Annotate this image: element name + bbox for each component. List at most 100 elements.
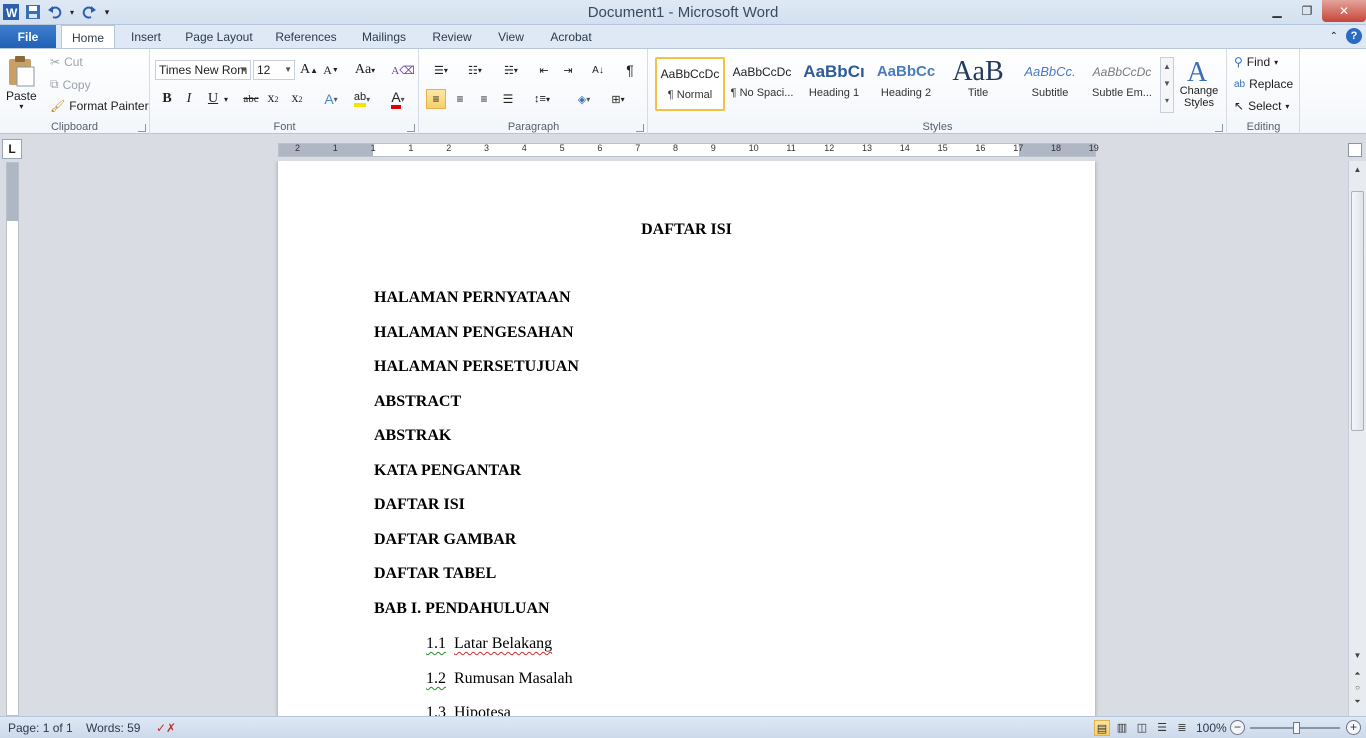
style-name: Heading 2 (880, 87, 932, 99)
tab-file[interactable]: File (0, 25, 56, 49)
select-button[interactable]: ↖ Select ▾ (1234, 99, 1289, 113)
styles-gallery-scroll[interactable]: ▲ ▼ ▾ (1160, 57, 1174, 113)
zoom-slider-knob[interactable] (1293, 722, 1300, 734)
zoom-level[interactable]: 100% (1196, 721, 1227, 735)
tab-references[interactable]: References (270, 25, 342, 49)
zoom-out-icon[interactable]: − (1230, 720, 1245, 735)
text-highlight-icon[interactable]: ab ▾ (347, 89, 377, 109)
page-count[interactable]: Page: 1 of 1 (8, 721, 73, 735)
font-family-dropdown[interactable]: Times New Rom ▼ (155, 60, 251, 80)
strikethrough-icon[interactable]: abc (239, 89, 263, 109)
scroll-up-icon[interactable]: ▲ (1349, 165, 1366, 174)
style-name: Subtle Em... (1092, 87, 1152, 99)
find-button[interactable]: ⚲ Find ▾ (1234, 55, 1278, 69)
italic-icon[interactable]: I (179, 89, 199, 109)
paragraph-group: ☰ ▾ ☷ ▾ ☵ ▾ ⇤ ⇥ A↓ ¶ ≡ ≡ ≡ ☰ ↕≡ ▾ ◈ ▾ ⊞ ▾ Para… (420, 49, 648, 135)
subentry-text: Rumusan Masalah (454, 670, 573, 687)
clipboard-launcher-icon[interactable] (138, 124, 146, 132)
text-effects-icon[interactable]: A ▾ (317, 89, 345, 109)
proofing-error-icon[interactable]: ✓✗ (156, 721, 176, 735)
style-no-spacing[interactable]: AaBbCcDc ¶ No Spaci... (727, 57, 797, 111)
subscript-icon[interactable]: x2 (263, 89, 283, 109)
bullets-icon[interactable]: ☰ ▾ (426, 60, 456, 80)
next-page-icon[interactable]: ⏷ (1349, 697, 1366, 707)
style-title[interactable]: AaB Title (943, 57, 1013, 111)
style-subtle-emphasis[interactable]: AaBbCcDc Subtle Em... (1087, 57, 1157, 111)
tab-insert[interactable]: Insert (124, 25, 168, 49)
style-heading-1[interactable]: AaBbCı Heading 1 (799, 57, 869, 111)
superscript-icon[interactable]: x2 (287, 89, 307, 109)
vertical-ruler[interactable] (6, 162, 19, 716)
scroll-down-icon[interactable]: ▼ (1349, 651, 1366, 660)
horizontal-ruler[interactable]: 2 1 1 1 2 3 4 5 6 7 8 9 10 11 12 13 14 15 16 17 18 19 (278, 143, 1099, 157)
previous-page-icon[interactable]: ⏶ (1349, 669, 1366, 679)
vertical-scrollbar[interactable]: ▲ ▼ ⏶ ○ ⏷ (1348, 161, 1366, 716)
grow-font-icon[interactable]: A ▲ (299, 60, 319, 80)
full-screen-reading-icon[interactable]: ▥ (1114, 720, 1130, 736)
restore-button[interactable]: ❐ (1292, 0, 1322, 22)
paragraph-launcher-icon[interactable] (636, 124, 644, 132)
help-icon[interactable]: ? (1346, 28, 1362, 44)
paste-button[interactable]: Paste ▾ (6, 55, 37, 111)
title-bar: W ▾ ▾ Document1 - Microsoft Word ▁ ❐ ✕ (0, 0, 1366, 25)
styles-launcher-icon[interactable] (1215, 124, 1223, 132)
justify-icon[interactable]: ☰ (498, 89, 518, 109)
font-color-icon[interactable]: A ▾ (383, 89, 413, 109)
line-spacing-icon[interactable]: ↕≡ ▾ (528, 89, 556, 109)
clear-formatting-icon[interactable]: A⌫ (391, 60, 415, 80)
document-page[interactable]: DAFTAR ISI HALAMAN PERNYATAAN HALAMAN PE… (278, 161, 1095, 716)
scrollbar-thumb[interactable] (1351, 191, 1364, 431)
minimize-button[interactable]: ▁ (1262, 0, 1292, 22)
cursor-icon: ↖ (1234, 99, 1245, 113)
document-area[interactable]: DAFTAR ISI HALAMAN PERNYATAAN HALAMAN PE… (22, 161, 1348, 716)
style-normal[interactable]: AaBbCcDc ¶ Normal (655, 57, 725, 111)
change-case-icon[interactable]: Aa ▾ (351, 60, 379, 80)
tab-home[interactable]: Home (61, 25, 115, 50)
word-count[interactable]: Words: 59 (86, 721, 140, 735)
shading-icon[interactable]: ◈ ▾ (570, 89, 598, 109)
zoom-in-icon[interactable]: + (1346, 720, 1361, 735)
font-launcher-icon[interactable] (407, 124, 415, 132)
align-left-icon[interactable]: ≡ (426, 89, 446, 109)
style-heading-2[interactable]: AaBbCc Heading 2 (871, 57, 941, 111)
change-styles-button[interactable]: A Change Styles (1177, 55, 1221, 109)
underline-dropdown-icon[interactable]: ▾ (221, 89, 231, 109)
multilevel-list-icon[interactable]: ☵ ▾ (496, 60, 526, 80)
close-button[interactable]: ✕ (1322, 0, 1366, 22)
replace-button[interactable]: ab Replace (1234, 77, 1293, 91)
tab-view[interactable]: View (490, 25, 532, 49)
tab-mailings[interactable]: Mailings (354, 25, 414, 49)
tab-acrobat[interactable]: Acrobat (544, 25, 598, 49)
shrink-font-icon[interactable]: A ▼ (321, 60, 341, 80)
view-ruler-icon[interactable] (1348, 143, 1362, 157)
numbering-icon[interactable]: ☷ ▾ (460, 60, 490, 80)
underline-icon[interactable]: U (203, 89, 223, 109)
format-painter-button[interactable]: 🖌 Format Painter (50, 99, 149, 113)
copy-button[interactable]: ⧉ Copy (50, 77, 91, 92)
minimize-ribbon-icon[interactable]: ⌃ (1330, 31, 1338, 42)
styles-group-label: Styles (922, 121, 953, 133)
align-right-icon[interactable]: ≡ (474, 89, 494, 109)
tab-selector-icon[interactable]: L (2, 139, 22, 159)
increase-indent-icon[interactable]: ⇥ (558, 60, 578, 80)
bold-icon[interactable]: B (157, 89, 177, 109)
font-size-dropdown[interactable]: 12 ▼ (253, 60, 295, 80)
tab-page-layout[interactable]: Page Layout (180, 25, 258, 49)
print-layout-icon[interactable]: ▤ (1094, 720, 1110, 736)
show-formatting-marks-icon[interactable]: ¶ (620, 60, 640, 80)
draft-view-icon[interactable]: ≣ (1174, 720, 1190, 736)
tab-review[interactable]: Review (426, 25, 478, 49)
ruler-number: 14 (899, 143, 910, 153)
ruler-number: 13 (862, 143, 873, 153)
style-subtitle[interactable]: AaBbCc. Subtitle (1015, 57, 1085, 111)
cut-button[interactable]: ✂ Cut (50, 55, 83, 69)
web-layout-icon[interactable]: ◫ (1134, 720, 1150, 736)
browse-object-icon[interactable]: ○ (1349, 683, 1366, 692)
align-center-icon[interactable]: ≡ (450, 89, 470, 109)
ruler-number: 1 (370, 143, 376, 153)
decrease-indent-icon[interactable]: ⇤ (534, 60, 554, 80)
outline-view-icon[interactable]: ☰ (1154, 720, 1170, 736)
style-preview: AaB (952, 57, 1004, 87)
borders-icon[interactable]: ⊞ ▾ (604, 89, 632, 109)
sort-icon[interactable]: A↓ (588, 60, 608, 80)
